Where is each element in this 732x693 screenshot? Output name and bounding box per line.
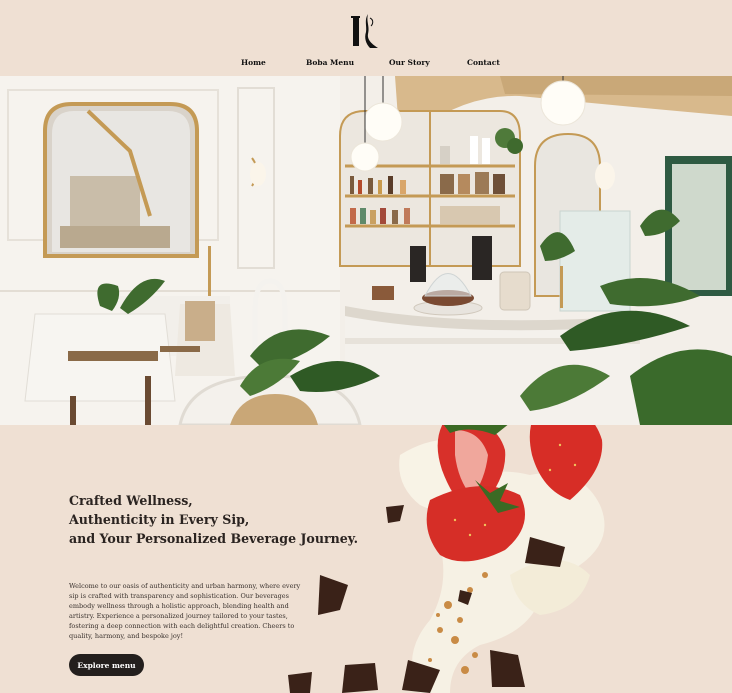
nav-our-story-link[interactable]: Our Story: [389, 58, 430, 67]
main-nav: Home Boba Menu Our Story Contact: [0, 58, 732, 72]
nav-contact-link[interactable]: Contact: [467, 58, 500, 67]
explore-menu-button[interactable]: Explore menu: [69, 654, 144, 676]
strawberry-cream-illustration: [288, 425, 605, 693]
site-header: Home Boba Menu Our Story Contact: [0, 0, 732, 76]
cafe-interior-photo: [0, 76, 732, 425]
nav-boba-menu-link[interactable]: Boba Menu: [306, 58, 354, 67]
nav-home-link[interactable]: Home: [241, 58, 266, 67]
cafe-logo[interactable]: [348, 10, 384, 52]
intro-section: Crafted Wellness, Authenticity in Every …: [0, 425, 732, 693]
intro-body-text: Welcome to our oasis of authenticity and…: [69, 582, 301, 640]
